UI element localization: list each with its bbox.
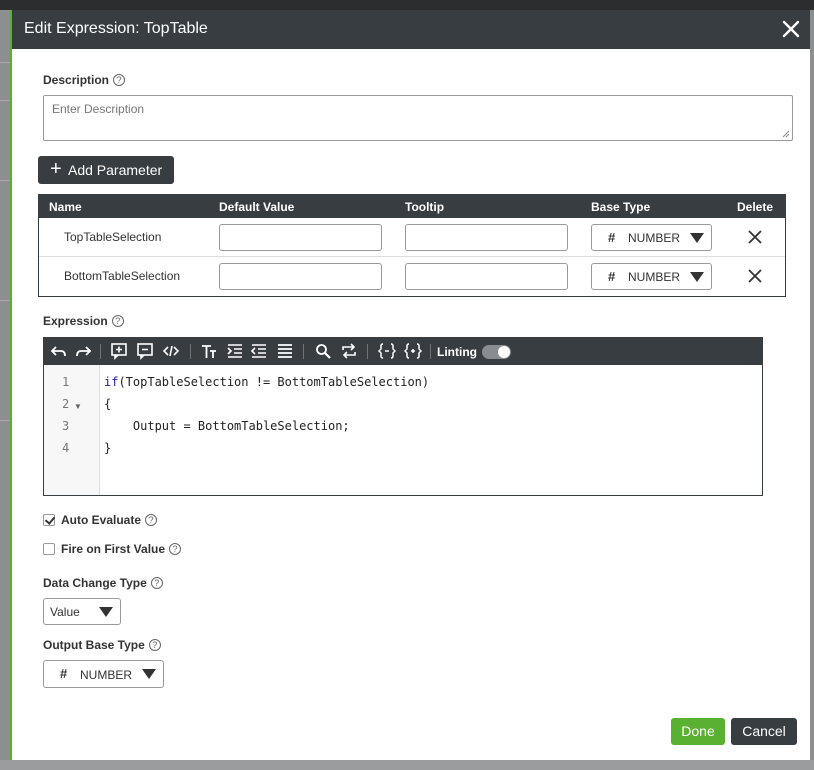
close-icon[interactable]	[780, 18, 802, 40]
search-icon[interactable]	[314, 342, 332, 360]
toolbar-separator	[367, 344, 368, 359]
add-comment-icon[interactable]	[110, 342, 128, 360]
editor-toolbar: Linting	[44, 338, 762, 365]
caret-down-icon	[690, 233, 704, 243]
caret-down-icon	[142, 669, 156, 679]
col-header-delete: Delete	[737, 200, 774, 214]
caret-down-icon	[99, 607, 113, 617]
expression-label: Expression?	[43, 314, 124, 328]
background-app-bottom	[0, 760, 814, 770]
toolbar-separator	[100, 344, 101, 359]
toggle-knob	[498, 346, 510, 358]
resize-grip-icon[interactable]	[782, 130, 790, 138]
hash-icon: #	[60, 666, 68, 681]
code-keyword: if	[104, 375, 119, 389]
line-number: 4	[62, 441, 70, 455]
data-change-type-label: Data Change Type?	[43, 576, 163, 590]
help-icon[interactable]: ?	[148, 639, 161, 651]
code-line[interactable]: if(TopTableSelection != BottomTableSelec…	[104, 375, 429, 389]
line-number: 1	[62, 375, 70, 389]
toolbar-separator	[190, 344, 191, 359]
toolbar-separator	[430, 344, 431, 359]
code-icon[interactable]	[162, 342, 180, 360]
fire-on-first-value-checkbox[interactable]	[43, 543, 55, 555]
help-icon[interactable]: ?	[169, 543, 182, 555]
code-text: (TopTableSelection != BottomTableSelecti…	[118, 375, 430, 389]
hash-icon: #	[608, 269, 616, 284]
auto-evaluate-label: Auto Evaluate?	[61, 513, 158, 527]
default-value-input[interactable]	[219, 263, 382, 290]
col-header-base-type: Base Type	[591, 200, 651, 214]
output-base-type-select[interactable]: # NUMBER	[43, 660, 164, 688]
base-type-value: NUMBER	[628, 231, 681, 245]
dialog-header: Edit Expression: TopTable	[12, 10, 810, 49]
col-header-tooltip: Tooltip	[405, 200, 445, 214]
unfold-all-icon[interactable]	[404, 342, 422, 360]
text-size-icon[interactable]	[200, 342, 218, 360]
edit-expression-dialog: Edit Expression: TopTable Description? E…	[10, 10, 810, 760]
base-type-value: NUMBER	[628, 270, 681, 284]
data-change-type-value: Value	[50, 605, 80, 619]
caret-down-icon	[690, 272, 704, 282]
tooltip-input[interactable]	[405, 263, 568, 290]
hash-icon: #	[608, 230, 616, 245]
dialog-title: Edit Expression: TopTable	[24, 20, 208, 37]
tooltip-input[interactable]	[405, 224, 568, 251]
line-number-gutter: 1 2 ▼ 3 4	[44, 365, 100, 495]
delete-icon[interactable]	[747, 229, 763, 245]
cancel-button[interactable]: Cancel	[731, 718, 797, 745]
auto-evaluate-checkbox[interactable]	[43, 514, 55, 526]
linting-label: Linting	[437, 345, 477, 359]
table-row: BottomTableSelection # NUMBER	[39, 257, 785, 296]
fire-on-first-value-label: Fire on First Value?	[61, 542, 182, 556]
col-header-name: Name	[49, 200, 82, 214]
add-parameter-button[interactable]: + Add Parameter	[38, 156, 174, 184]
done-button[interactable]: Done	[671, 718, 725, 745]
fold-arrow-icon[interactable]: ▼	[74, 402, 82, 411]
description-label-text: Description	[43, 73, 110, 87]
base-type-select[interactable]: # NUMBER	[591, 263, 712, 290]
expression-editor: Linting 1 2 ▼ 3 4 if(TopTableSelection !…	[43, 337, 763, 496]
plus-icon: +	[50, 158, 62, 180]
help-icon[interactable]: ?	[150, 577, 163, 589]
data-change-type-select[interactable]: Value	[43, 598, 121, 625]
code-line[interactable]: {	[104, 397, 111, 411]
line-number: 2	[62, 397, 70, 411]
fold-all-icon[interactable]	[378, 342, 396, 360]
indent-icon[interactable]	[226, 342, 244, 360]
help-icon[interactable]: ?	[113, 74, 126, 86]
default-value-input[interactable]	[219, 224, 382, 251]
description-label: Description?	[43, 73, 126, 87]
replace-icon[interactable]	[340, 342, 358, 360]
expression-label-text: Expression	[43, 314, 108, 328]
param-name: BottomTableSelection	[64, 269, 181, 283]
param-name: TopTableSelection	[64, 230, 162, 244]
toolbar-separator	[303, 344, 304, 359]
table-row: TopTableSelection # NUMBER	[39, 218, 785, 257]
format-code-icon[interactable]	[276, 342, 294, 360]
background-app-topbar	[0, 0, 814, 10]
redo-icon[interactable]	[74, 342, 92, 360]
output-base-type-label: Output Base Type?	[43, 638, 161, 652]
description-input[interactable]: Enter Description	[43, 95, 793, 141]
code-line[interactable]: }	[104, 441, 111, 455]
remove-comment-icon[interactable]	[136, 342, 154, 360]
output-base-type-value: NUMBER	[80, 668, 133, 682]
col-header-default-value: Default Value	[219, 200, 295, 214]
parameters-table: Name Default Value Tooltip Base Type Del…	[38, 194, 786, 297]
help-icon[interactable]: ?	[145, 514, 158, 526]
outdent-icon[interactable]	[250, 342, 268, 360]
code-line[interactable]: Output = BottomTableSelection;	[104, 419, 350, 433]
description-placeholder: Enter Description	[52, 102, 145, 116]
linting-toggle[interactable]	[482, 345, 511, 359]
line-number: 3	[62, 419, 70, 433]
help-icon[interactable]: ?	[111, 315, 124, 327]
base-type-select[interactable]: # NUMBER	[591, 224, 712, 251]
undo-icon[interactable]	[50, 342, 68, 360]
delete-icon[interactable]	[747, 268, 763, 284]
add-parameter-label: Add Parameter	[68, 162, 163, 178]
parameters-table-header: Name Default Value Tooltip Base Type Del…	[39, 195, 785, 218]
